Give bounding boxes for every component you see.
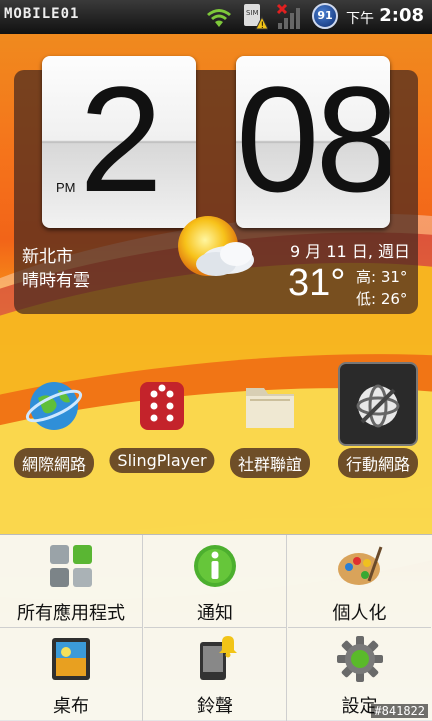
- status-ampm: 下午: [346, 11, 374, 27]
- current-temperature: 31°: [288, 262, 346, 304]
- options-menu: 所有應用程式 通知 個人化 桌布 鈴聲 設定: [0, 534, 432, 721]
- status-bar[interactable]: MOBILE01 SIM ! 91 下午 2:08: [0, 0, 432, 34]
- battery-icon: 91: [312, 3, 338, 29]
- watermark: #841822: [371, 704, 428, 718]
- menu-all-apps[interactable]: 所有應用程式: [0, 535, 143, 628]
- apps-grid-icon: [50, 545, 92, 587]
- signal-icon: [276, 3, 300, 29]
- globe-icon: [25, 382, 83, 430]
- menu-label: 個人化: [332, 603, 387, 624]
- shortcut-label: 網際網路: [13, 448, 95, 478]
- wallpaper-icon: [52, 638, 90, 680]
- gear-icon: [336, 636, 383, 682]
- svg-text:SIM: SIM: [246, 9, 259, 17]
- status-time: 2:08: [379, 5, 424, 26]
- shortcut-label: 社群聯誼: [229, 448, 311, 478]
- mobile-network-icon: [356, 384, 400, 428]
- period-label: PM: [56, 180, 76, 195]
- palette-icon: [337, 546, 382, 585]
- menu-notifications[interactable]: 通知: [144, 535, 287, 628]
- hour-flip-card[interactable]: 2 PM: [42, 56, 196, 228]
- high-temperature: 高: 31°: [356, 268, 408, 286]
- weather-location: 新北市: [22, 247, 73, 267]
- info-icon: [194, 545, 236, 587]
- shortcut-social[interactable]: 社群聯誼: [218, 376, 322, 486]
- minute-flip-card[interactable]: 08: [236, 56, 390, 228]
- menu-wallpaper[interactable]: 桌布: [0, 628, 143, 721]
- shortcut-label: 行動網路: [337, 448, 419, 478]
- menu-personalize[interactable]: 個人化: [288, 535, 431, 628]
- sim-warning-icon: SIM !: [244, 4, 268, 31]
- app-logo: MOBILE01: [4, 6, 80, 22]
- low-temperature: 低: 26°: [356, 290, 408, 308]
- wifi-icon: [207, 9, 231, 27]
- shortcut-mobile-network[interactable]: 行動網路: [326, 376, 430, 486]
- shortcut-slingplayer[interactable]: SlingPlayer: [109, 376, 215, 486]
- shortcut-internet[interactable]: 網際網路: [2, 376, 106, 486]
- menu-label: 桌布: [53, 696, 89, 717]
- ringtone-icon: [200, 636, 237, 680]
- date-label: 9 月 11 日, 週日: [290, 242, 410, 261]
- minute-digits: 08: [236, 56, 390, 223]
- menu-label: 鈴聲: [197, 696, 233, 717]
- slingplayer-icon: [140, 382, 184, 430]
- menu-label: 所有應用程式: [17, 603, 125, 624]
- shortcut-label: SlingPlayer: [109, 448, 215, 473]
- menu-ringtone[interactable]: 鈴聲: [144, 628, 287, 721]
- menu-label: 通知: [197, 603, 233, 624]
- weather-partly-cloudy-icon: [178, 216, 254, 276]
- svg-text:!: !: [261, 21, 265, 31]
- folder-icon: [246, 388, 294, 428]
- weather-condition: 晴時有雲: [22, 271, 90, 291]
